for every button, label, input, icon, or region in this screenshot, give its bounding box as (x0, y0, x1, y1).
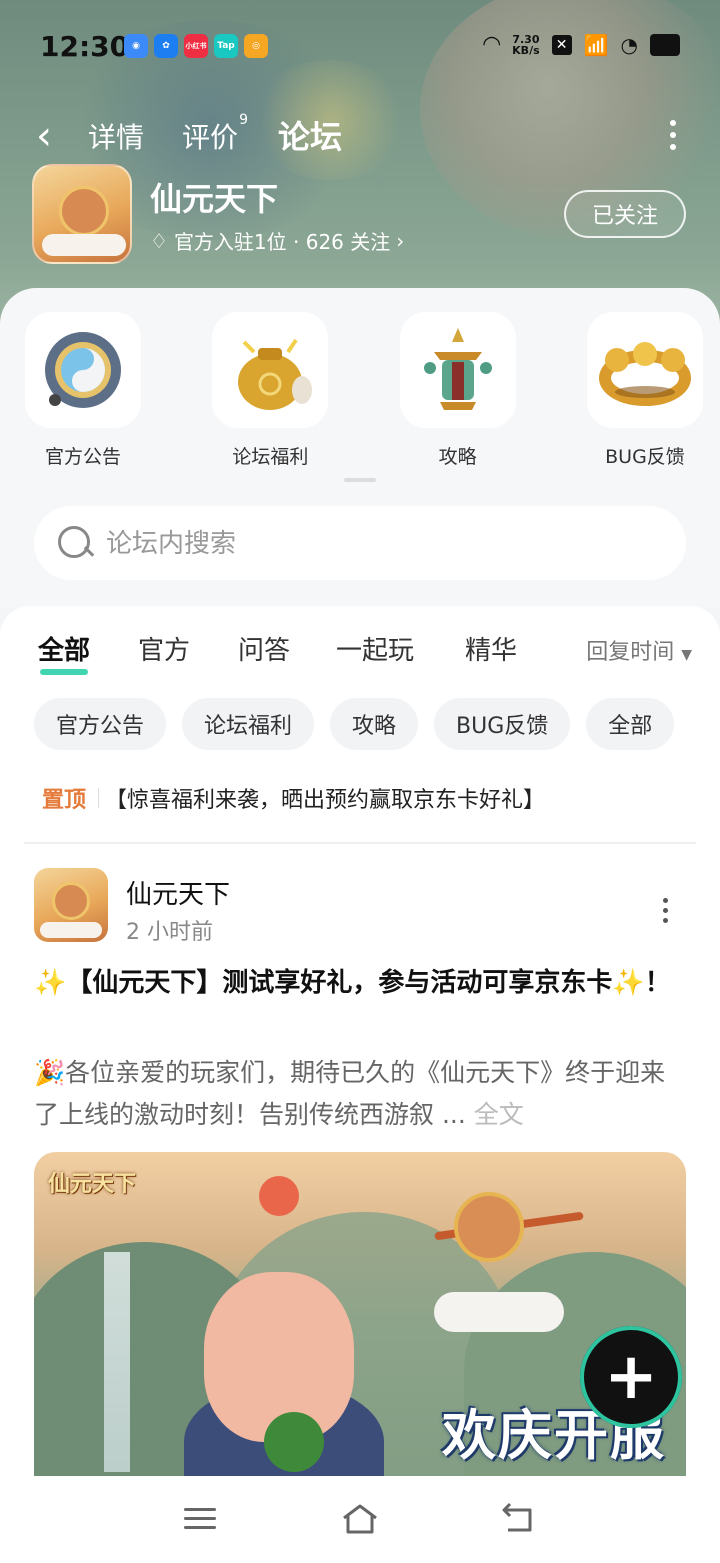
plus-icon: + (604, 1340, 658, 1414)
recent-apps-icon[interactable] (180, 1502, 220, 1536)
category-list: 官方公告 论坛福利 攻略 BUG反馈 (24, 312, 704, 469)
avatar[interactable] (34, 868, 108, 942)
sort-dropdown[interactable]: 回复时间 ▼ (586, 634, 692, 666)
category-label: 官方公告 (44, 446, 121, 468)
chip-welfare[interactable]: 论坛福利 (182, 698, 315, 750)
search-icon (56, 524, 94, 562)
weibo-icon: ◎ (244, 34, 268, 58)
signal-icon: 📶 (583, 32, 609, 57)
feed-tab-featured[interactable]: 精华 (465, 630, 517, 667)
chip-bug-report[interactable]: BUG反馈 (434, 698, 571, 750)
home-icon[interactable] (340, 1502, 380, 1536)
top-nav: ‹ 详情 评价 9 论坛 (0, 108, 720, 164)
category-label: 攻略 (438, 446, 477, 468)
tab-forum[interactable]: 论坛 (278, 112, 343, 158)
browser-icon: ◉ (124, 34, 148, 58)
chevron-right-icon: › (396, 228, 405, 253)
image-logo-text: 仙元天下 (48, 1172, 137, 1197)
taptap-icon: Tap (214, 34, 238, 58)
read-more-link[interactable]: 全文 (474, 1100, 524, 1129)
app-name: 仙元天下 (150, 180, 279, 218)
sort-label: 回复时间 (586, 640, 675, 665)
app-subtitle[interactable]: ♢ 官方入驻1位 · 626 关注 › (150, 226, 404, 255)
system-nav-bar (0, 1476, 720, 1563)
caret-down-icon: ▼ (681, 647, 692, 663)
page-indicator (344, 478, 376, 482)
gold-bag-icon (212, 312, 329, 428)
pinned-title: 【惊喜福利来袭，晒出预约赢取京东卡好礼】 (105, 788, 546, 813)
divider (24, 842, 696, 844)
more-options-icon[interactable] (670, 120, 676, 150)
tab-reviews-label: 评价 (182, 121, 239, 154)
hotspot-icon: ◠ (483, 32, 501, 57)
category-welfare[interactable]: 论坛福利 (211, 312, 329, 469)
pinned-tag: 置顶 (42, 788, 87, 813)
pinned-post[interactable]: 置顶 【惊喜福利来袭，晒出预约赢取京东卡好礼】 (42, 782, 545, 814)
app-icon (32, 164, 132, 264)
search-bar[interactable] (34, 506, 686, 580)
golden-ring-icon (586, 312, 703, 428)
app-subtitle-text: 官方入驻1位 · 626 关注 (173, 230, 391, 254)
status-time: 12:30 (40, 30, 130, 63)
review-count-badge: 9 (239, 112, 249, 128)
post-body[interactable]: 🎉各位亲爱的玩家们，期待已久的《仙元天下》终于迎来了上线的激动时刻！告别传统西游… (34, 1052, 686, 1136)
tab-reviews[interactable]: 评价 9 (182, 112, 248, 156)
post-title[interactable]: ✨【仙元天下】测试享好礼，参与活动可享京东卡✨！ (34, 962, 686, 1004)
feed-tabs: 全部 官方 问答 一起玩 精华 回复时间 ▼ (38, 630, 698, 680)
system-indicators: ◠ 7.30 KB/s ✕ 📶 ◔ (483, 32, 680, 57)
search-input[interactable] (106, 527, 606, 559)
tab-details[interactable]: 详情 (88, 116, 144, 156)
post-author[interactable]: 仙元天下 (126, 874, 230, 911)
divider (98, 788, 100, 808)
app-info: 仙元天下 ♢ 官方入驻1位 · 626 关注 › 已关注 (32, 164, 692, 264)
category-bug-report[interactable]: BUG反馈 (586, 312, 704, 469)
wifi-icon: ◔ (620, 32, 638, 57)
category-label: 论坛福利 (232, 446, 309, 468)
filter-chips: 官方公告 论坛福利 攻略 BUG反馈 全部 (34, 698, 675, 750)
feed-tab-play-together[interactable]: 一起玩 (336, 630, 414, 667)
post-image[interactable]: 仙元天下 欢庆开服 (34, 1152, 686, 1476)
diamond-icon: ♢ (150, 228, 168, 253)
chip-guides[interactable]: 攻略 (330, 698, 419, 750)
feed-tab-qa[interactable]: 问答 (238, 630, 290, 667)
net-speed: 7.30 KB/s (512, 32, 540, 57)
back-button[interactable]: ‹ (36, 112, 52, 160)
lantern-icon (399, 312, 516, 428)
feed-tab-all[interactable]: 全部 (38, 630, 90, 675)
xiaohongshu-icon: 小红书 (184, 34, 208, 58)
notification-icons: ◉ ✿ 小红书 Tap ◎ (124, 34, 268, 58)
chip-announcements[interactable]: 官方公告 (34, 698, 167, 750)
status-bar: 12:30 ◉ ✿ 小红书 Tap ◎ ◠ 7.30 KB/s ✕ 📶 ◔ (0, 0, 720, 92)
compass-icon (25, 312, 141, 428)
post-time: 2 小时前 (126, 920, 213, 945)
category-guides[interactable]: 攻略 (399, 312, 517, 469)
feed-tab-official[interactable]: 官方 (138, 630, 190, 667)
category-announcements[interactable]: 官方公告 (24, 312, 142, 469)
post-more-icon[interactable] (663, 898, 668, 923)
chip-all[interactable]: 全部 (586, 698, 675, 750)
post-body-text: 🎉各位亲爱的玩家们，期待已久的《仙元天下》终于迎来了上线的激动时刻！告别传统西游… (34, 1058, 666, 1129)
new-post-button[interactable]: + (580, 1326, 682, 1428)
no-sim-icon: ✕ (551, 34, 572, 55)
follow-button[interactable]: 已关注 (564, 190, 686, 238)
back-nav-icon[interactable] (498, 1502, 538, 1536)
category-label: BUG反馈 (605, 446, 685, 468)
forum-shortcuts-card: 官方公告 论坛福利 攻略 BUG反馈 (0, 288, 720, 608)
fish-icon: ✿ (154, 34, 178, 58)
battery-icon (650, 33, 680, 56)
